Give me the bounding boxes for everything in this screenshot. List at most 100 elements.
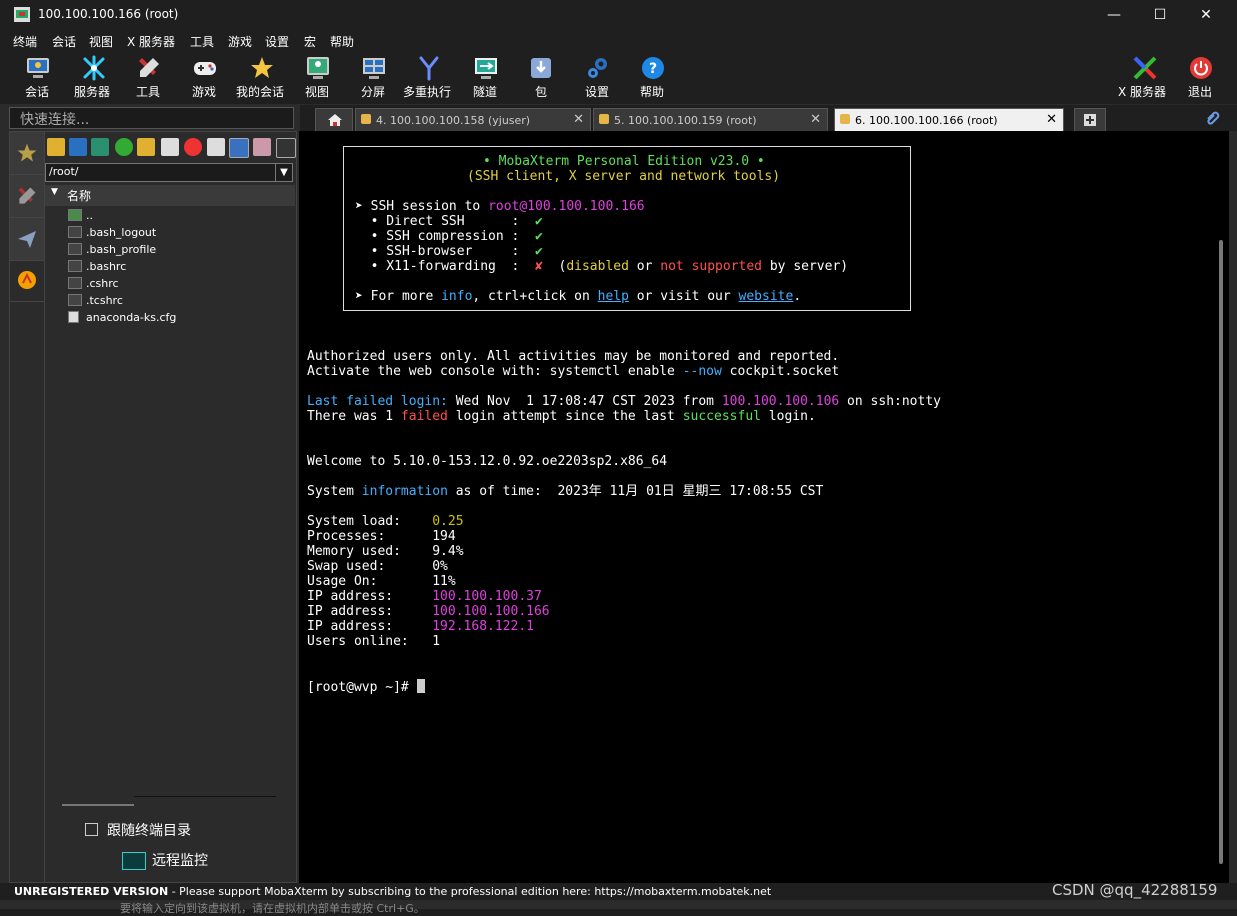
- file-icon: [68, 243, 82, 255]
- banner-subtitle: (SSH client, X server and network tools): [467, 169, 781, 184]
- my-sessions-button[interactable]: 我的会话: [236, 52, 288, 102]
- menu-games[interactable]: 游戏: [228, 33, 252, 50]
- help-icon: ?: [642, 57, 664, 79]
- split-icon: [363, 58, 385, 79]
- session-button[interactable]: 会话: [18, 52, 58, 102]
- file-icon: [68, 226, 82, 238]
- download-icon[interactable]: [69, 138, 87, 156]
- tools-icon: [18, 187, 36, 204]
- svg-text:?: ?: [649, 61, 657, 77]
- tab-session-5[interactable]: 5. 100.100.100.159 (root) ✕: [593, 108, 828, 131]
- processes-line: Processes: 194: [307, 529, 456, 544]
- sidebar-tab-sessions[interactable]: [10, 132, 44, 175]
- ssh-option-browser: • SSH-browser : ✔: [355, 244, 543, 259]
- help-button[interactable]: ? 帮助: [638, 52, 668, 102]
- new-tab-button[interactable]: [1074, 108, 1106, 131]
- tab-session-6[interactable]: 6. 100.100.100.166 (root) ✕: [834, 108, 1064, 131]
- menu-view[interactable]: 视图: [89, 33, 113, 50]
- checkbox-icon[interactable]: [85, 823, 98, 836]
- toggle-view-icon[interactable]: [229, 138, 249, 158]
- menu-xserver[interactable]: X 服务器: [127, 33, 175, 50]
- users-online-line: Users online: 1: [307, 634, 441, 649]
- package-icon: [531, 58, 551, 78]
- tab-bar: 4. 100.100.100.158 (yjuser) ✕ 5. 100.100…: [300, 105, 1237, 131]
- settings-button[interactable]: 设置: [583, 52, 613, 102]
- multiexec-icon: [419, 56, 439, 81]
- column-name: 名称: [67, 189, 92, 203]
- x-server-icon: [1133, 56, 1157, 80]
- minimize-button[interactable]: —: [1091, 0, 1137, 30]
- maximize-button[interactable]: ☐: [1137, 0, 1183, 30]
- rename-icon[interactable]: [207, 138, 225, 156]
- sidebar-tab-tools[interactable]: [10, 175, 44, 218]
- new-file-icon[interactable]: [161, 138, 179, 156]
- folder-up-icon: [68, 209, 82, 221]
- quick-connect-input[interactable]: 快速连接...: [9, 107, 294, 129]
- key-icon: [599, 114, 609, 124]
- sftp-sidebar: /root/ ▼ ▼ 名称 .. .bash_logout .bash_prof…: [9, 131, 297, 883]
- sidebar-tab-sftp[interactable]: [10, 218, 44, 261]
- horizontal-scrollbar[interactable]: [62, 804, 134, 806]
- ssh-session-line: ➤ SSH session to root@100.100.100.166: [355, 199, 645, 214]
- games-button[interactable]: 游戏: [189, 52, 221, 102]
- multiexec-button[interactable]: 多重执行: [403, 52, 455, 102]
- window-title: 100.100.100.166 (root): [38, 7, 179, 21]
- welcome-line: Welcome to 5.10.0-153.12.0.92.oe2203sp2.…: [307, 454, 668, 469]
- help-link[interactable]: help: [598, 289, 629, 304]
- terminal[interactable]: • MobaXterm Personal Edition v23.0 • (SS…: [299, 131, 1229, 883]
- failed-attempts-line: There was 1 failed login attempt since t…: [307, 409, 816, 424]
- ip-line-2: IP address: 100.100.100.166: [307, 604, 550, 619]
- title-bar: 100.100.100.166 (root) — ☐ ✕: [0, 0, 1237, 30]
- menu-tools[interactable]: 工具: [190, 33, 214, 50]
- close-button[interactable]: ✕: [1183, 0, 1229, 30]
- refresh-icon[interactable]: [115, 138, 133, 156]
- home-tab[interactable]: [315, 108, 353, 131]
- settings-icon: [588, 58, 607, 78]
- view-button[interactable]: 视图: [302, 52, 334, 102]
- mobaxterm-window: 100.100.100.166 (root) — ☐ ✕ 终端 会话 视图 X …: [0, 0, 1237, 915]
- vm-hint-text: 要将输入定向到该虚拟机，请在虚拟机内部单击或按 Ctrl+G。: [120, 902, 425, 915]
- tunnel-button[interactable]: 隧道: [470, 52, 502, 102]
- unregistered-label: UNREGISTERED VERSION: [14, 885, 169, 898]
- auth-line-1: Authorized users only. All activities ma…: [307, 349, 840, 364]
- tab-close-icon[interactable]: ✕: [810, 112, 821, 127]
- split-button[interactable]: 分屏: [358, 52, 390, 102]
- file-icon: [68, 277, 82, 289]
- menu-macros[interactable]: 宏: [304, 33, 316, 50]
- attachment-icon[interactable]: [1204, 109, 1222, 127]
- servers-button[interactable]: 服务器: [72, 52, 116, 102]
- swap-line: Swap used: 0%: [307, 559, 448, 574]
- path-select[interactable]: /root/ ▼: [45, 163, 293, 182]
- magic-wand-icon[interactable]: [253, 138, 271, 156]
- sidebar-tab-macros[interactable]: [10, 261, 44, 302]
- file-list-header[interactable]: ▼ 名称: [45, 185, 295, 206]
- terminal-icon[interactable]: [276, 138, 296, 158]
- session-icon: [27, 58, 49, 78]
- menu-settings[interactable]: 设置: [265, 33, 289, 50]
- terminal-scrollbar[interactable]: [1219, 240, 1223, 864]
- star-icon: [17, 143, 37, 162]
- shell-prompt[interactable]: [root@wvp ~]#: [307, 679, 425, 695]
- last-failed-line: Last failed login: Wed Nov 1 17:08:47 CS…: [307, 394, 941, 409]
- packages-button[interactable]: 包: [528, 52, 554, 102]
- tools-button[interactable]: 工具: [133, 52, 165, 102]
- tab-close-icon[interactable]: ✕: [1046, 112, 1057, 127]
- menu-session[interactable]: 会话: [52, 33, 76, 50]
- tab-close-icon[interactable]: ✕: [573, 112, 584, 127]
- folder-up-icon[interactable]: [47, 138, 65, 156]
- chevron-down-icon[interactable]: ▼: [275, 164, 292, 181]
- website-link[interactable]: website: [739, 289, 794, 304]
- tab-session-4[interactable]: 4. 100.100.100.158 (yjuser) ✕: [355, 108, 591, 131]
- upload-icon[interactable]: [91, 138, 109, 156]
- x-server-button[interactable]: X 服务器: [1118, 52, 1172, 102]
- status-link[interactable]: https://mobaxterm.mobatek.net: [594, 885, 771, 898]
- new-folder-icon[interactable]: [137, 138, 155, 156]
- exit-button[interactable]: 退出: [1186, 52, 1216, 102]
- ip-line-3: IP address: 192.168.122.1: [307, 619, 534, 634]
- menu-help[interactable]: 帮助: [330, 33, 354, 50]
- sysinfo-line: System information as of time: 2023年 11月…: [307, 484, 824, 499]
- watermark: CSDN @qq_42288159: [1052, 881, 1218, 899]
- delete-icon[interactable]: [184, 138, 202, 156]
- menu-terminal[interactable]: 终端: [13, 33, 37, 50]
- plus-icon: [1084, 114, 1096, 126]
